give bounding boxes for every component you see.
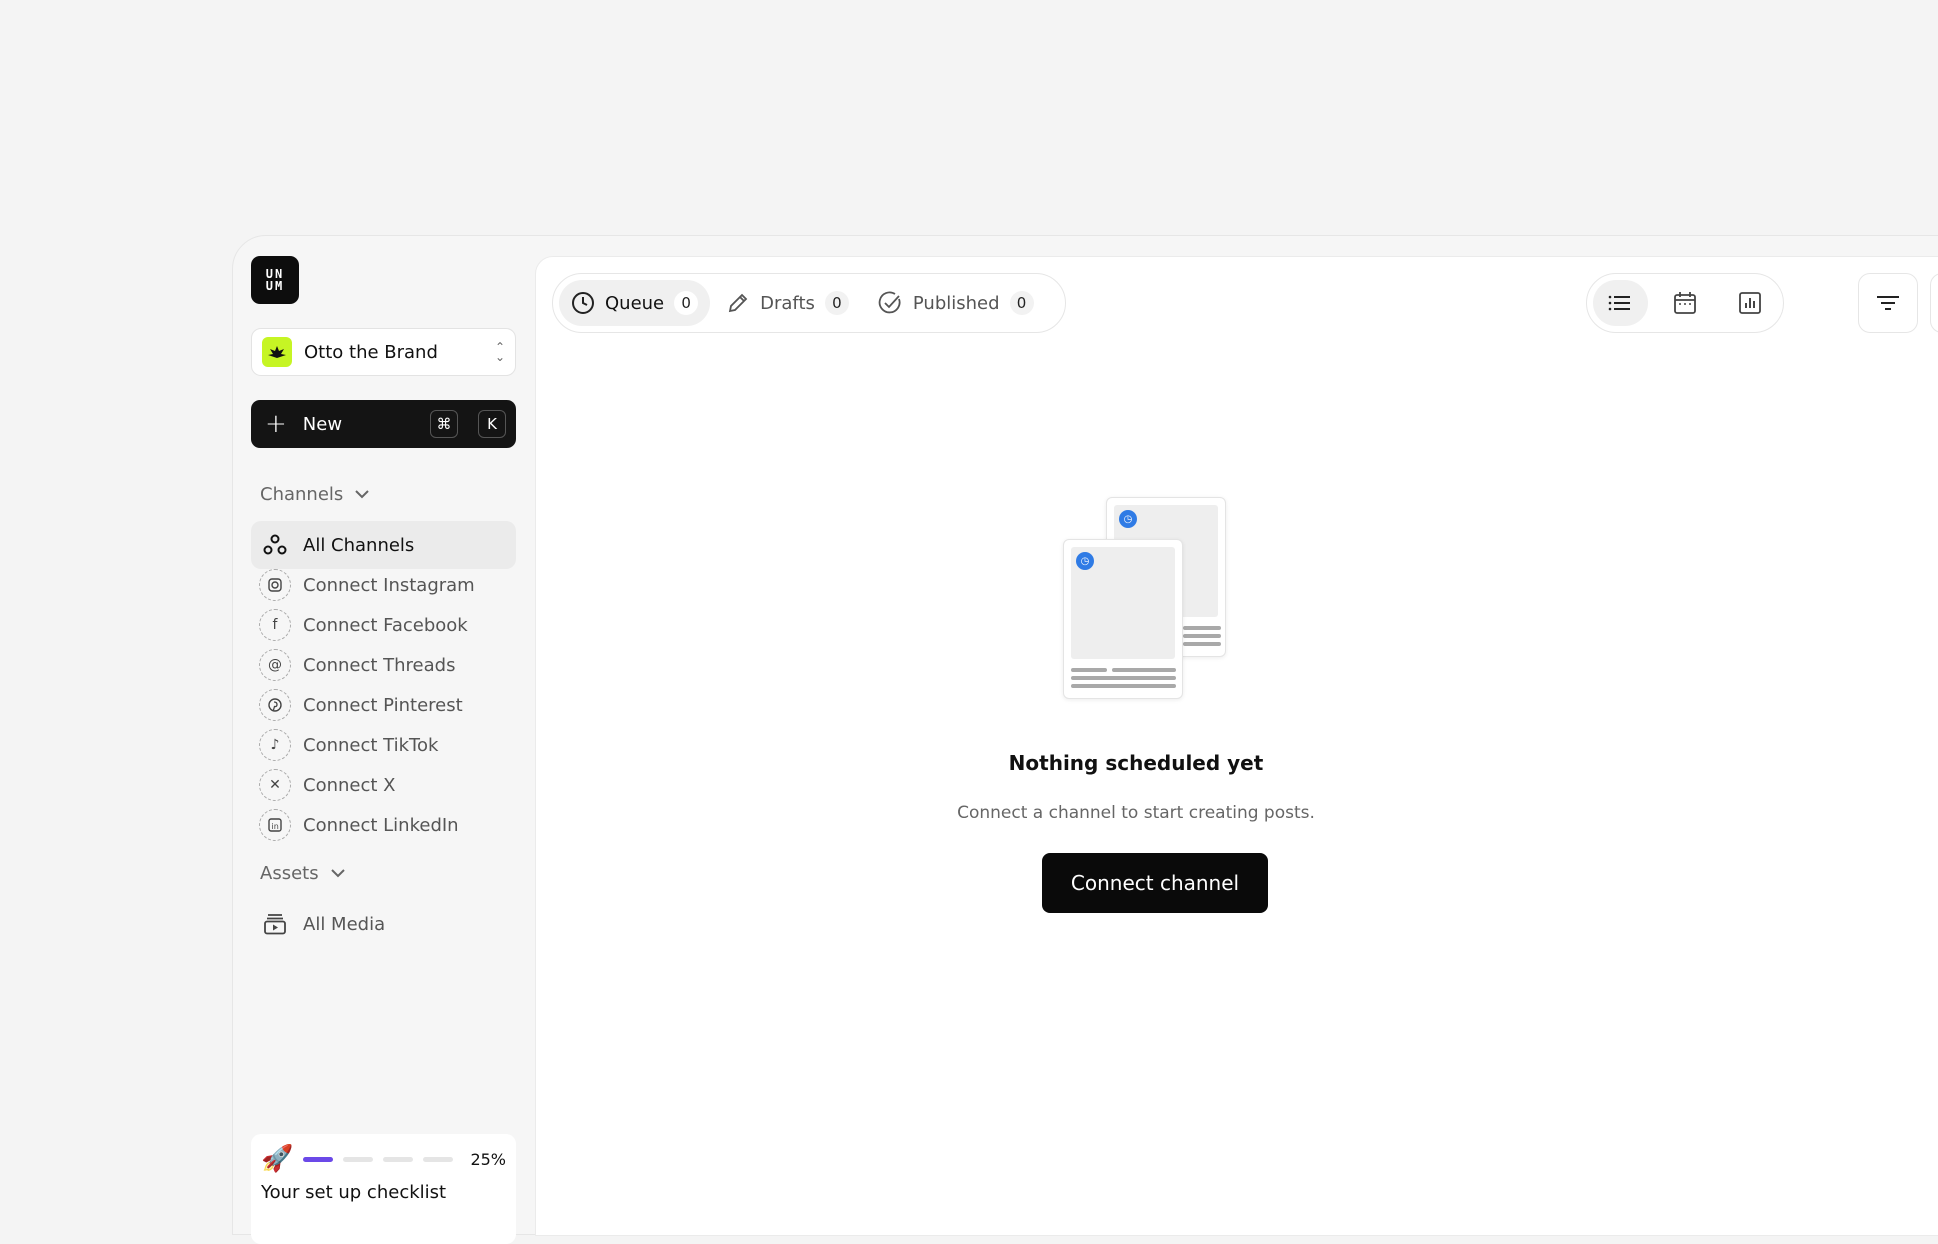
assets-section-toggle[interactable]: Assets: [260, 863, 345, 884]
calendar-view-button[interactable]: [1658, 280, 1713, 326]
setup-checklist[interactable]: 🚀 25% Your set up checklist: [251, 1134, 516, 1244]
brand-switcher[interactable]: Otto the Brand ⌃ ⌄: [251, 328, 516, 376]
channels-section-toggle[interactable]: Channels: [260, 484, 369, 505]
analytics-view-button[interactable]: [1722, 280, 1777, 326]
tab-published[interactable]: Published 0: [865, 280, 1046, 326]
app-window: UN UM Otto the Brand ⌃ ⌄ + New ⌘ K Channel…: [232, 235, 1938, 1244]
post-status-tabs: Queue 0 Drafts 0 Published 0: [552, 273, 1066, 333]
main-panel: Queue 0 Drafts 0 Published 0 ◷ ◷ Nothing…: [535, 256, 1938, 1236]
sidebar-item-label: Connect X: [303, 774, 396, 796]
clock-icon: [572, 292, 594, 314]
x-icon: ✕: [259, 769, 291, 801]
channels-heading: Channels: [260, 484, 344, 505]
brand-name: Otto the Brand: [304, 341, 438, 363]
sidebar-item-label: All Media: [303, 913, 386, 935]
check-circle-icon: [878, 291, 901, 314]
tab-count-badge: 0: [674, 291, 699, 315]
tab-label: Published: [912, 292, 1000, 314]
tab-label: Queue: [605, 292, 665, 314]
sidebar-item-all-media[interactable]: All Media: [251, 900, 516, 948]
sidebar-item-label: Connect Facebook: [303, 614, 468, 636]
linkedin-icon: in: [259, 809, 291, 841]
tab-drafts[interactable]: Drafts 0: [714, 280, 861, 326]
media-library-button[interactable]: [1930, 273, 1938, 333]
tab-queue[interactable]: Queue 0: [559, 280, 711, 326]
tab-count-badge: 0: [1009, 291, 1034, 315]
tab-count-badge: 0: [824, 291, 849, 315]
app-logo[interactable]: UN UM: [251, 256, 299, 304]
pencil-icon: [728, 293, 748, 313]
logo-text-bottom: UM: [265, 279, 285, 293]
k-key-hint: K: [478, 410, 506, 438]
empty-posts-illustration: ◷ ◷: [1061, 497, 1231, 707]
clock-icon: ◷: [1119, 510, 1137, 528]
clock-icon: ◷: [1076, 552, 1094, 570]
calendar-icon: [1674, 292, 1696, 314]
chevron-updown-icon: ⌃ ⌄: [494, 340, 505, 364]
empty-state-subtitle: Connect a channel to start creating post…: [957, 803, 1315, 823]
threads-icon: @: [259, 649, 291, 681]
tiktok-icon: ♪: [259, 729, 291, 761]
filter-icon: [1877, 296, 1899, 310]
view-switcher: [1586, 273, 1784, 333]
sidebar-item-label: Connect LinkedIn: [303, 814, 459, 836]
list-view-button[interactable]: [1593, 280, 1648, 326]
pinterest-icon: [259, 689, 291, 721]
new-button-label: New: [302, 413, 343, 435]
progress-segment: [383, 1156, 414, 1162]
chevron-down-icon: [355, 490, 369, 499]
sidebar-item-linkedin[interactable]: in Connect LinkedIn: [251, 801, 516, 849]
filter-button[interactable]: [1858, 273, 1918, 333]
connect-channel-button[interactable]: Connect channel: [1042, 853, 1268, 913]
assets-heading: Assets: [260, 863, 319, 884]
instagram-icon: [259, 569, 291, 601]
progress-segment: [303, 1156, 334, 1162]
plus-icon: +: [265, 409, 287, 439]
brand-avatar: [262, 337, 292, 367]
list-icon: [1609, 295, 1631, 311]
all-channels-icon: [259, 529, 291, 561]
sidebar-item-label: Connect Threads: [303, 654, 456, 676]
sidebar-item-label: Connect TikTok: [303, 734, 439, 756]
facebook-icon: f: [259, 609, 291, 641]
new-post-button[interactable]: + New ⌘ K: [251, 400, 516, 448]
sidebar-item-label: Connect Instagram: [303, 574, 475, 596]
sidebar-item-label: Connect Pinterest: [303, 694, 463, 716]
command-key-hint: ⌘: [430, 410, 458, 438]
tab-label: Drafts: [760, 292, 815, 314]
bar-chart-icon: [1738, 292, 1761, 314]
post-card-illustration: ◷: [1063, 539, 1183, 699]
media-icon: [259, 908, 291, 940]
checklist-percent: 25%: [470, 1149, 506, 1169]
sidebar: UN UM Otto the Brand ⌃ ⌄ + New ⌘ K Channel…: [233, 236, 533, 1244]
sidebar-item-label: All Channels: [303, 534, 415, 556]
svg-text:in: in: [272, 822, 279, 831]
chevron-down-icon: [330, 869, 345, 878]
empty-state-title: Nothing scheduled yet: [1008, 751, 1264, 775]
progress-segment: [423, 1156, 454, 1162]
rocket-icon: 🚀: [261, 1144, 294, 1174]
checklist-label: Your set up checklist: [261, 1182, 447, 1203]
progress-segment: [343, 1156, 374, 1162]
